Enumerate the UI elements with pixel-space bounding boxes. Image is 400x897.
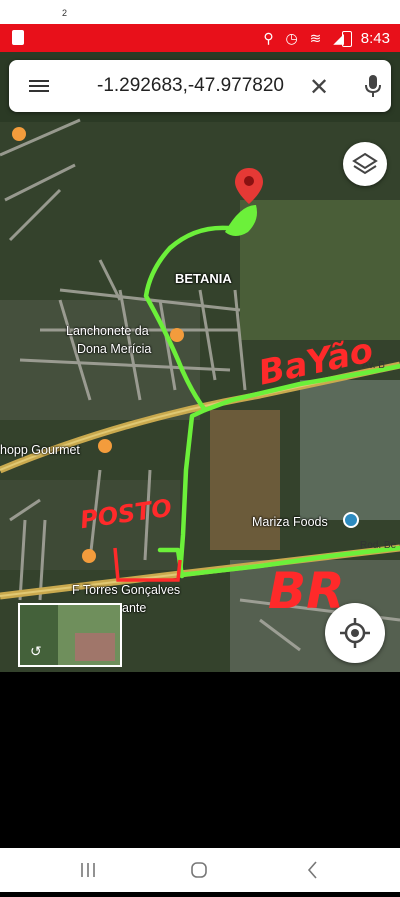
poi-marker-icon[interactable] (98, 439, 112, 453)
label-betania: BETANIA (175, 271, 232, 286)
close-icon[interactable]: ✕ (309, 73, 329, 102)
battery-icon (342, 31, 352, 47)
label-mariza-foods: Mariza Foods (252, 515, 328, 529)
poi-marker-icon[interactable] (343, 512, 359, 528)
nav-home-icon[interactable] (191, 862, 207, 878)
map-view[interactable]: BETANIA Lanchonete da Dona Merícia hopp … (0, 52, 400, 672)
empty-area (0, 672, 400, 848)
status-time: 8:43 (360, 30, 390, 47)
street-view-rotate-icon: ↺ (30, 643, 42, 659)
status-icons: ⚲ ◷ ≋ ◢ (263, 30, 348, 46)
label-lanchonete-2: Dona Merícia (77, 342, 152, 356)
label-torres: F Torres Gonçalves (72, 583, 181, 597)
poi-marker-icon[interactable] (82, 549, 96, 563)
screenshot-header: 2 (0, 0, 400, 24)
layers-icon (352, 152, 378, 175)
search-input[interactable]: -1.292683,-47.977820 (97, 75, 284, 97)
road-label-rod: Rod. Be (360, 540, 397, 551)
nav-recent-icon[interactable] (81, 863, 95, 877)
navigation-bar (0, 848, 400, 892)
nav-back-icon[interactable] (307, 861, 317, 879)
poi-marker-icon[interactable] (170, 328, 184, 342)
street-view-thumbnail[interactable]: ↺ (18, 603, 122, 667)
label-chopp-gourmet: hopp Gourmet (0, 443, 80, 457)
layers-button[interactable] (343, 142, 387, 186)
menu-icon[interactable] (29, 77, 49, 95)
label-lanchonete: Lanchonete da (66, 324, 149, 338)
sim-card-icon (12, 30, 24, 45)
page-number: 2 (62, 8, 68, 18)
label-torres-2: ante (122, 601, 147, 615)
my-location-icon (340, 618, 370, 648)
poi-marker-icon[interactable] (12, 127, 26, 141)
status-bar: ⚲ ◷ ≋ ◢ 8:43 (0, 24, 400, 52)
search-bar[interactable]: -1.292683,-47.977820 ✕ (9, 60, 391, 112)
my-location-button[interactable] (325, 603, 385, 663)
mic-icon[interactable] (362, 73, 384, 99)
